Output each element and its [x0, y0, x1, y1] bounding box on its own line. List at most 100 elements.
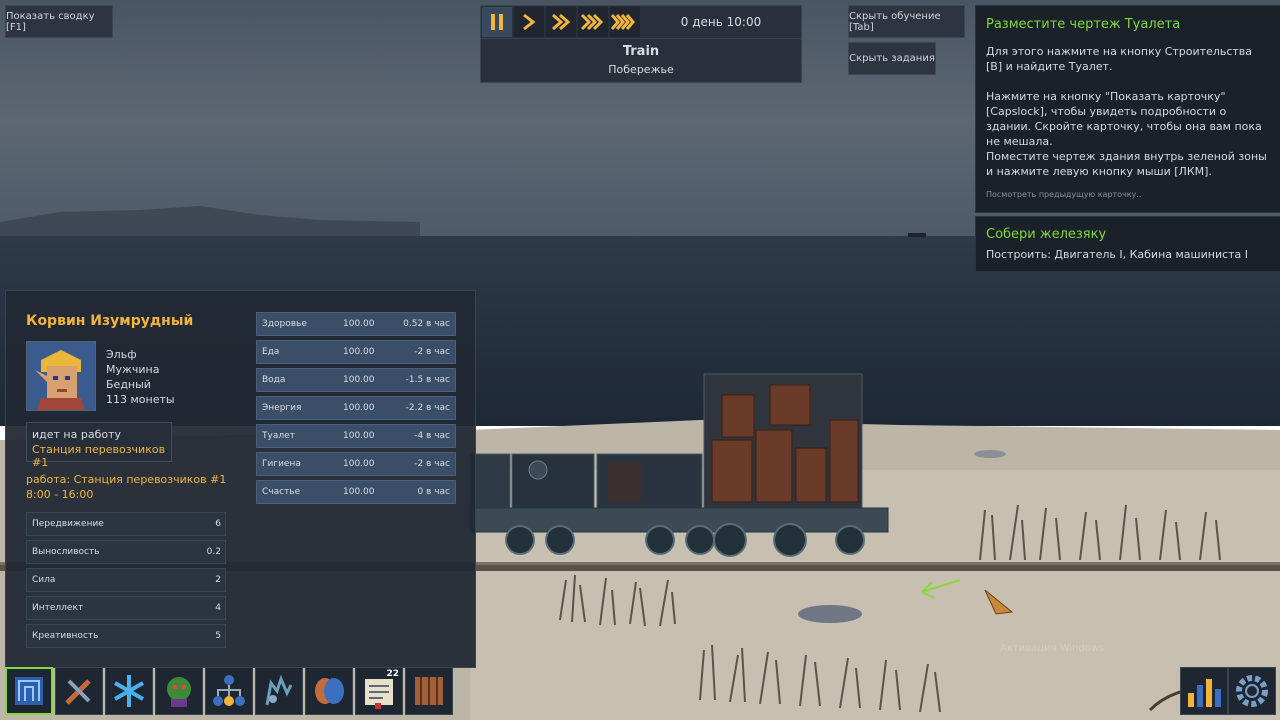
need-value: 100.00 [343, 347, 375, 357]
need-label: Вода [262, 375, 286, 385]
stats-button[interactable] [1180, 667, 1228, 715]
tutorial-paragraph-3: Поместите чертеж здания внутрь зеленой з… [986, 150, 1267, 178]
toolbar-button-creatures[interactable] [255, 667, 303, 715]
character-portrait [26, 341, 96, 411]
need-label: Здоровье [262, 319, 307, 329]
activity-place: Станция перевозчиков #1 [32, 443, 166, 469]
settings-button[interactable] [1228, 667, 1276, 715]
toolbar-button-notes[interactable]: 22 [355, 667, 403, 715]
task-text: Построить: Двигатель I, Кабина машиниста… [986, 248, 1249, 261]
task-panel: Собери железяку Построить: Двигатель I, … [975, 216, 1280, 272]
skill-value: 5 [215, 631, 221, 641]
need-label: Еда [262, 347, 280, 357]
masks-icon [315, 678, 344, 704]
skill-row: Передвижение 6 [26, 512, 226, 536]
rock [798, 605, 862, 623]
toolbar-button-masks[interactable] [305, 667, 353, 715]
task-title: Собери железяку [986, 227, 1107, 242]
work-assignment[interactable]: работа: Станция перевозчиков #1 [26, 473, 226, 486]
need-rate: 0.52 в час [403, 319, 450, 329]
need-rate: -4 в час [414, 431, 450, 441]
fastest-button[interactable] [610, 7, 640, 37]
bottom-toolbar: 22 [5, 667, 455, 717]
character-race: Эльф [106, 348, 137, 361]
need-value: 100.00 [343, 403, 375, 413]
need-rate: -2 в час [414, 459, 450, 469]
blueprint-icon [15, 677, 43, 705]
toolbar-button-goblin[interactable] [155, 667, 203, 715]
character-wealth: Бедный [106, 378, 151, 391]
hierarchy-icon [213, 675, 245, 706]
character-name: Корвин Изумрудный [26, 313, 194, 329]
bar-stats-icon [1188, 679, 1221, 707]
skill-value: 0.2 [206, 547, 221, 557]
character-panel: Корвин Изумрудный Эльф Мужчина Бедный 11… [5, 290, 476, 668]
rock-small [974, 450, 1006, 458]
work-hours: 8:00 - 16:00 [26, 488, 94, 501]
toolbar-button-map[interactable] [405, 667, 453, 715]
location-box: Train Побережье [480, 38, 802, 83]
map-icon [415, 677, 443, 705]
play-button[interactable] [514, 7, 544, 37]
character-gender: Мужчина [106, 363, 160, 376]
speed-controls: 0 день 10:00 [480, 5, 802, 39]
goblin-icon [167, 677, 191, 707]
skill-label: Креативность [32, 631, 99, 641]
activity-box[interactable]: идет на работу Станция перевозчиков #1 [26, 422, 172, 469]
skill-label: Выносливость [32, 547, 100, 557]
creatures-icon [265, 674, 293, 706]
need-value: 100.00 [343, 319, 375, 329]
cabin-shelf [608, 462, 642, 502]
skill-row: Интеллект 4 [26, 596, 226, 620]
hide-tutorial-button[interactable]: Скрыть обучение [Tab] [848, 5, 965, 38]
faster-button[interactable] [578, 7, 608, 37]
need-row: Гигиена 100.00 -2 в час [256, 452, 456, 476]
windows-activation-watermark: Активация Windows [1000, 643, 1105, 654]
engine-dial [528, 460, 548, 480]
pause-button[interactable] [482, 7, 512, 37]
need-row: Туалет 100.00 -4 в час [256, 424, 456, 448]
faster-forward-icon [580, 13, 604, 31]
need-value: 100.00 [343, 431, 375, 441]
skill-value: 6 [215, 519, 221, 529]
fast-forward-icon [552, 13, 571, 31]
need-rate: -2 в час [414, 347, 450, 357]
snowflake-icon [114, 675, 144, 707]
toolbar-button-tools[interactable] [55, 667, 103, 715]
fastest-forward-icon [611, 14, 635, 30]
skill-label: Передвижение [32, 519, 104, 529]
train-chassis [469, 507, 889, 533]
need-value: 100.00 [343, 487, 375, 497]
skill-row: Выносливость 0.2 [26, 540, 226, 564]
need-rate: 0 в час [417, 487, 450, 497]
previous-card-link[interactable]: Посмотреть предыдущую карточку.. [986, 190, 1141, 199]
show-summary-button[interactable]: Показать сводку [F1] [5, 5, 113, 38]
fast-button[interactable] [546, 7, 576, 37]
need-value: 100.00 [343, 375, 375, 385]
toolbar-button-snowflake[interactable] [105, 667, 153, 715]
tutorial-panel: Разместите чертеж Туалета Для этого нажм… [975, 5, 1280, 213]
skill-label: Интеллект [32, 603, 84, 613]
toolbar-button-blueprint[interactable] [5, 667, 53, 715]
hide-tasks-button[interactable]: Скрыть задания [848, 42, 936, 75]
gear-icon [1236, 675, 1268, 707]
train-car-engine [511, 453, 595, 511]
need-row: Еда 100.00 -2 в час [256, 340, 456, 364]
skill-label: Сила [32, 575, 56, 585]
location-title: Train [622, 44, 660, 59]
character-coins: 113 монеты [106, 393, 175, 406]
need-label: Счастье [262, 487, 301, 497]
need-label: Туалет [262, 431, 295, 441]
toolbar-button-hierarchy[interactable] [205, 667, 253, 715]
need-value: 100.00 [343, 459, 375, 469]
need-rate: -1.5 в час [405, 375, 450, 385]
skill-row: Креативность 5 [26, 624, 226, 648]
need-label: Энергия [262, 403, 302, 413]
game-clock: 0 день 10:00 [680, 15, 762, 29]
skill-row: Сила 2 [26, 568, 226, 592]
distant-ship [908, 233, 926, 237]
tutorial-paragraph-1: Для этого нажмите на кнопку Строительств… [986, 45, 1253, 73]
skill-value: 2 [215, 575, 221, 585]
elf-portrait-icon [35, 350, 85, 410]
tutorial-paragraph-2: Нажмите на кнопку "Показать карточку" [C… [986, 90, 1262, 148]
